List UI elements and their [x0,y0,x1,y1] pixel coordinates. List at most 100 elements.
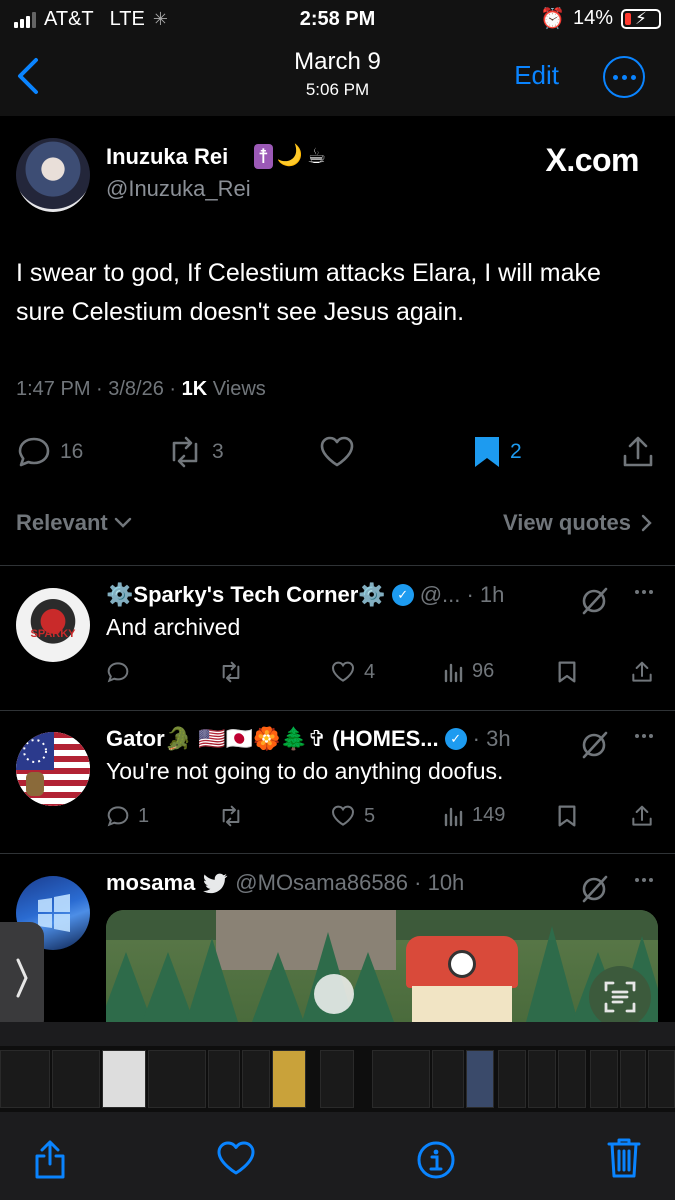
reply-item[interactable]: Gator🐊 🇺🇸🇯🇵🏵️🌲✞ (HOMES... ✓ · 3h You're … [0,712,675,852]
reply-button[interactable] [106,660,130,684]
avatar-text: SPARKY [30,628,76,640]
photo-toolbar [0,1112,675,1200]
bookmark-button[interactable] [556,660,578,684]
tweet-timestamp: 1:47 PM · 3/8/26 · [16,378,182,400]
views-icon [444,661,464,683]
grok-button[interactable] [579,586,609,621]
reply-item[interactable]: mosama @MOsama86586 · 10h [0,856,675,1022]
thumbnail[interactable] [432,1050,464,1108]
thumbnail[interactable] [272,1050,306,1108]
views-button[interactable]: 96 [444,660,494,683]
reply-meta: @... · 1h [419,582,505,607]
reply-header: mosama @MOsama86586 · 10h [106,870,464,896]
photo-header: March 9 5:06 PM Edit [0,40,675,116]
thumbnail[interactable] [590,1050,618,1108]
live-text-button[interactable] [589,966,651,1028]
sort-label: Relevant [16,510,108,535]
trash-icon [607,1138,641,1178]
repost-button[interactable]: 3 [166,434,224,470]
reply-actions: 1 5 149 [0,804,675,834]
reply-text: And archived [106,614,241,640]
view-count: 1K [181,378,208,400]
tweet-actions: 16 3 2 [0,430,675,474]
reply-button[interactable]: 16 [16,434,83,470]
views-icon [444,805,464,827]
author-handle[interactable]: @Inuzuka_Rei [106,176,251,202]
thumbnail[interactable] [648,1050,675,1108]
side-panel-tab[interactable] [0,922,44,1034]
delete-button[interactable] [606,1136,642,1185]
sort-dropdown[interactable]: Relevant [16,510,132,536]
thumbnail[interactable] [102,1050,146,1108]
like-button[interactable] [318,434,356,470]
grok-button[interactable] [579,730,609,765]
moon-emoji: 🌙 [276,144,304,167]
reply-count: 16 [60,440,84,463]
thumbnail[interactable] [52,1050,100,1108]
reply-icon [106,804,130,828]
more-button[interactable] [603,56,645,98]
reply-author-name[interactable]: mosama [106,870,195,896]
thumbnail[interactable] [372,1050,430,1108]
author-name[interactable]: Inuzuka Rei [106,144,228,170]
repost-icon [218,804,244,828]
thumbnail-strip[interactable] [0,1046,675,1112]
thumbnail[interactable] [242,1050,270,1108]
edit-button[interactable]: Edit [514,60,559,91]
battery-percent: 14% [572,7,613,29]
tweet-meta: 1:47 PM · 3/8/26 · 1K Views [16,378,266,401]
share-button[interactable] [32,1138,68,1185]
like-button[interactable]: 5 [330,804,375,828]
reply-header: Gator🐊 🇺🇸🇯🇵🏵️🌲✞ (HOMES... ✓ · 3h [106,726,511,752]
bookmark-icon [556,804,578,828]
view-quotes-link[interactable]: View quotes [503,510,653,536]
pokecenter-wall [412,986,512,1022]
like-button[interactable]: 4 [330,660,375,684]
avatar[interactable]: SPARKY [16,588,90,662]
more-options-button[interactable] [635,590,653,594]
photo-time: 5:06 PM [305,80,370,99]
avatar[interactable] [16,732,90,806]
share-button[interactable] [620,434,656,470]
repost-icon [166,434,204,470]
info-button[interactable] [416,1140,456,1185]
reply-author-name[interactable]: ⚙️Sparky's Tech Corner⚙️ [106,582,386,608]
avatar[interactable] [16,138,90,212]
thumbnail[interactable] [558,1050,586,1108]
media-image[interactable] [106,910,658,1022]
photo-date: March 9 [294,48,381,75]
thumbnail[interactable] [620,1050,646,1108]
reply-meta: @MOsama86586 · 10h [235,870,465,895]
repost-button[interactable] [218,804,244,828]
favorite-button[interactable] [216,1140,256,1181]
reply-item[interactable]: SPARKY ⚙️Sparky's Tech Corner⚙️ ✓ @... ·… [0,568,675,708]
thumbnail[interactable] [148,1050,206,1108]
thumbnail[interactable] [208,1050,240,1108]
thumbnail[interactable] [498,1050,526,1108]
thumbnail[interactable] [0,1050,50,1108]
reply-button[interactable]: 1 [106,804,149,828]
thumbnail[interactable] [466,1050,494,1108]
bookmark-button[interactable] [556,804,578,828]
views-count: 149 [472,804,506,826]
views-button[interactable]: 149 [444,804,505,827]
share-button[interactable] [630,660,654,684]
view-quotes-label: View quotes [503,510,631,535]
bookmark-icon [472,434,502,470]
thumbnail[interactable] [528,1050,556,1108]
grok-button[interactable] [579,874,609,909]
repost-button[interactable] [218,660,244,684]
reply-icon [16,434,52,470]
more-options-button[interactable] [635,734,653,738]
verified-icon: ✓ [444,728,467,750]
like-count: 5 [364,804,376,827]
like-count: 4 [364,660,376,683]
bookmark-button[interactable]: 2 [472,434,522,470]
author-emoji: ☨ 🌙 ☕ [254,144,326,169]
reply-author-name[interactable]: Gator🐊 🇺🇸🇯🇵🏵️🌲✞ (HOMES... [106,726,439,752]
thumbnail[interactable] [320,1050,354,1108]
more-options-button[interactable] [635,878,653,882]
share-button[interactable] [630,804,654,828]
share-icon [35,1140,65,1179]
chevron-right-icon [641,514,652,532]
